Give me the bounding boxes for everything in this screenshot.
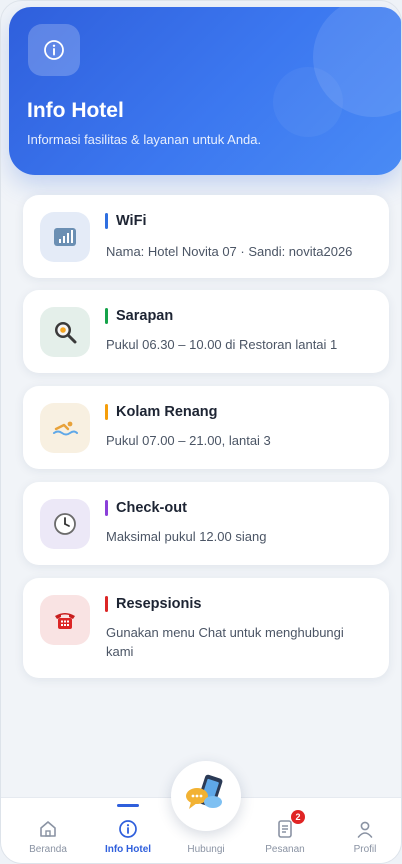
nav-label: Pesanan: [265, 844, 305, 855]
card-title: WiFi: [116, 213, 147, 229]
card-description: Maksimal pukul 12.00 siang: [106, 529, 267, 544]
notification-badge: 2: [291, 810, 305, 824]
info-icon: [118, 818, 138, 840]
card-title: Resepsionis: [116, 596, 202, 612]
card-description: Gunakan menu Chat untuk menghubungi kami: [106, 625, 344, 659]
card-accent-bar: [105, 308, 108, 324]
nav-label: Beranda: [29, 844, 67, 855]
active-indicator: [117, 804, 139, 807]
nav-item-profil[interactable]: Profil: [330, 798, 400, 863]
chat-phone-icon: [183, 774, 229, 819]
nav-label: Profil: [353, 844, 377, 855]
nav-label: Hubungi: [187, 844, 225, 855]
header-decoration: [273, 67, 343, 137]
breakfast-pan-icon: [40, 307, 90, 357]
app-screen: Info Hotel Informasi fasilitas & layanan…: [0, 0, 402, 864]
user-icon: [355, 818, 375, 840]
card-title: Check-out: [116, 500, 187, 516]
card-accent-bar: [105, 213, 108, 229]
swimmer-icon: [40, 403, 90, 453]
card-accent-bar: [105, 404, 108, 420]
facility-card-wifi[interactable]: WiFi Nama: Hotel Novita 07 · Sandi: novi…: [23, 195, 389, 278]
card-description: Nama: Hotel Novita 07 · Sandi: novita202…: [106, 244, 353, 259]
nav-item-pesanan[interactable]: 2 Pesanan: [250, 798, 320, 863]
nav-item-info-hotel[interactable]: Info Hotel: [93, 798, 163, 863]
telephone-icon: [40, 595, 90, 645]
card-accent-bar: [105, 596, 108, 612]
wifi-signal-icon: [40, 212, 90, 262]
page-title: Info Hotel: [27, 99, 124, 122]
card-description: Pukul 06.30 – 10.00 di Restoran lantai 1: [106, 337, 338, 352]
nav-label: Info Hotel: [104, 844, 152, 855]
card-title: Sarapan: [116, 308, 174, 324]
clock-icon: [40, 499, 90, 549]
page-subtitle: Informasi fasilitas & layanan untuk Anda…: [27, 132, 262, 147]
hubungi-fab-button[interactable]: [171, 761, 241, 831]
nav-item-beranda[interactable]: Beranda: [13, 798, 83, 863]
home-icon: [38, 818, 58, 840]
page-header: Info Hotel Informasi fasilitas & layanan…: [9, 7, 401, 175]
info-icon: [28, 24, 80, 76]
receipt-icon: 2: [275, 810, 305, 840]
card-description: Pukul 07.00 – 21.00, lantai 3: [106, 433, 271, 448]
facility-card-kolam-renang[interactable]: Kolam Renang Pukul 07.00 – 21.00, lantai…: [23, 386, 389, 469]
card-title: Kolam Renang: [116, 404, 218, 420]
facility-card-resepsionis[interactable]: Resepsionis Gunakan menu Chat untuk meng…: [23, 578, 389, 678]
card-accent-bar: [105, 500, 108, 516]
facility-card-check-out[interactable]: Check-out Maksimal pukul 12.00 siang: [23, 482, 389, 565]
facility-card-sarapan[interactable]: Sarapan Pukul 06.30 – 10.00 di Restoran …: [23, 290, 389, 373]
